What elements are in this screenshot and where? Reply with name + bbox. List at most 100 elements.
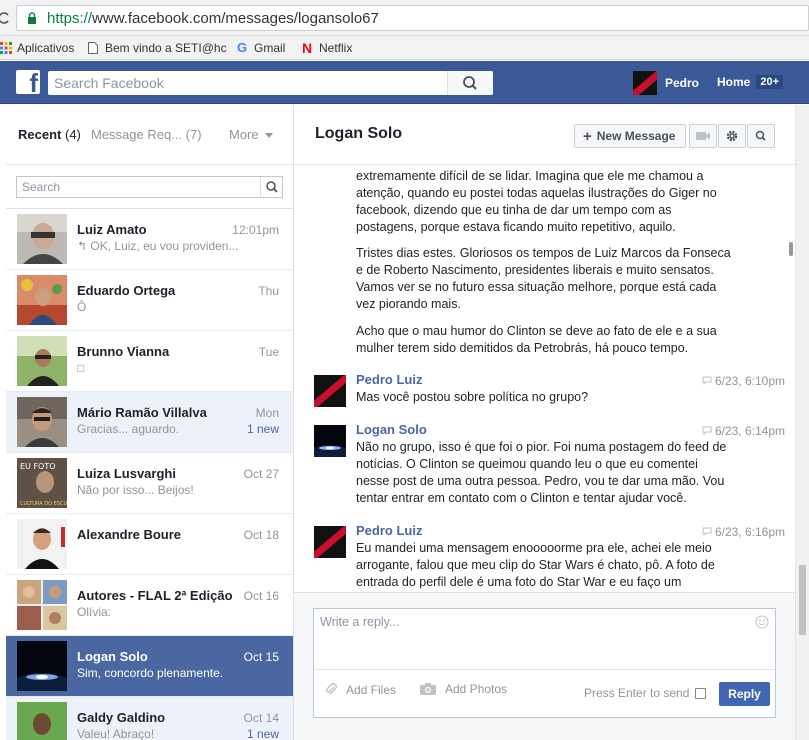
url-text: https://www.facebook.com/messages/logans… [47, 10, 379, 27]
tab-label: Message Req... [91, 127, 183, 142]
thread-name: Luiza Lusvarghi [77, 466, 176, 481]
avatar [314, 526, 346, 558]
facebook-logo-icon[interactable]: f [16, 70, 40, 94]
thread-search-input[interactable] [17, 177, 257, 197]
thread-item[interactable]: Mário Ramão Villalva Gracias... aguardo.… [6, 392, 293, 453]
thread-time: Oct 14 [243, 711, 279, 725]
emoji-icon[interactable] [755, 615, 769, 632]
thread-item[interactable]: Luiz Amato ↰ OK, Luiz, eu vou providen..… [6, 209, 293, 270]
bookmark-label: Aplicativos [17, 41, 75, 55]
avatar [17, 336, 67, 386]
video-call-button[interactable] [689, 124, 717, 148]
svg-text:CULTURA DO ESCURO: CULTURA DO ESCURO [20, 501, 67, 507]
thread-snippet: Gracias... aguardo. [77, 422, 180, 436]
bookmark-apps[interactable]: Aplicativos [0, 40, 74, 56]
thread-time: Oct 16 [243, 589, 279, 603]
thread-item[interactable]: EU FOTO CULTURA DO ESCURO Luiza Lusvarghi… [6, 453, 293, 514]
bookmarks-bar: Aplicativos Bem vindo a SETI@hc G Gmail … [0, 36, 809, 60]
thread-item[interactable]: Alexandre Boure Oct 18 [6, 514, 293, 575]
avatar [17, 519, 67, 569]
google-g-icon: G [237, 40, 248, 55]
thread-time: Oct 18 [243, 528, 279, 542]
thread-name: Mário Ramão Villalva [77, 405, 207, 420]
thread-snippet: Sim, concordo plenamente. [77, 666, 224, 680]
camera-icon [420, 683, 436, 695]
message-author[interactable]: Logan Solo [356, 422, 427, 437]
new-message-button[interactable]: + New Message [574, 124, 686, 148]
home-link[interactable]: Home 20+ [717, 75, 784, 89]
thread-item[interactable]: Eduardo Ortega Ô Thu [6, 270, 293, 331]
tab-message-requests[interactable]: Message Req... (7) [91, 127, 202, 142]
thread-snippet: Olívia: [77, 605, 112, 619]
svg-text:EU FOTO: EU FOTO [20, 462, 56, 471]
thread-snippet: Ô [77, 300, 87, 314]
avatar [314, 425, 346, 457]
message-author[interactable]: Pedro Luiz [356, 523, 422, 538]
bookmark-label: Gmail [254, 41, 286, 55]
settings-button[interactable] [718, 124, 746, 148]
reply-button[interactable]: Reply [719, 682, 770, 706]
message-time: 6/23, 6:10pm [702, 374, 785, 388]
scrollbar-thumb[interactable] [789, 242, 793, 256]
search-icon[interactable] [260, 177, 282, 197]
thread-time: Tue [258, 345, 279, 359]
reply-composer: Add Files Add Photos Press Enter to send… [294, 592, 795, 740]
tab-recent[interactable]: Recent (4) [18, 127, 81, 142]
netflix-n-icon: N [302, 40, 313, 56]
tab-label: More [229, 127, 259, 142]
tab-more[interactable]: More [229, 127, 274, 142]
thread-item[interactable]: Autores - FLAL 2ª Edição Olívia: Oct 16 [6, 575, 293, 636]
thread-time: Thu [258, 284, 279, 298]
avatar [17, 580, 67, 630]
press-enter-label: Press Enter to send [584, 686, 690, 700]
press-enter-toggle[interactable]: Press Enter to send [584, 686, 707, 700]
search-conversation-button[interactable] [747, 124, 775, 148]
message-text: Acho que o mau humor do Clinton se deve … [356, 324, 717, 355]
message-list: extremamente difícil de se lidar. Imagin… [294, 165, 795, 592]
press-enter-checkbox[interactable] [695, 687, 707, 699]
scrollbar-thumb[interactable] [799, 565, 806, 635]
thread-name: Eduardo Ortega [77, 283, 176, 298]
reply-input[interactable] [314, 609, 754, 665]
add-files-button[interactable]: Add Files [324, 682, 396, 698]
thread-time: Oct 27 [243, 467, 279, 481]
avatar [314, 375, 346, 407]
plus-icon: + [583, 127, 592, 145]
add-photos-button[interactable]: Add Photos [419, 682, 507, 696]
profile-link[interactable]: Pedro [633, 71, 699, 95]
message-author[interactable]: Pedro Luiz [356, 372, 422, 387]
address-field[interactable]: https://www.facebook.com/messages/logans… [16, 5, 809, 31]
home-label: Home [717, 75, 751, 89]
bookmark-gmail[interactable]: G Gmail [237, 40, 285, 56]
home-count-badge: 20+ [756, 75, 784, 89]
avatar [17, 702, 67, 740]
thread-search [6, 165, 293, 209]
tab-label: Recent [18, 127, 62, 142]
thread-name: Galdy Galdino [77, 710, 166, 725]
thread-search-box [16, 176, 283, 198]
reload-icon[interactable] [0, 10, 10, 26]
message-text: Tristes dias estes. Gloriosos os tempos … [356, 246, 731, 311]
reply-toolbar: Add Files Add Photos Press Enter to send… [314, 669, 775, 717]
thread-name: Alexandre Boure [77, 527, 182, 542]
paperclip-icon [325, 683, 337, 695]
bookmark-netflix[interactable]: N Netflix [302, 40, 352, 56]
thread-item[interactable]: Galdy Galdino Valeu! Abraço! Oct 14 1 ne… [6, 697, 293, 740]
message-text: extremamente difícil de se lidar. Imagin… [356, 169, 717, 234]
page-scrollbar[interactable] [795, 105, 809, 740]
gear-icon [726, 130, 738, 142]
avatar [633, 71, 657, 95]
facebook-search-input[interactable] [48, 71, 448, 95]
bookmark-seti[interactable]: Bem vindo a SETI@hc [88, 40, 227, 56]
thread-time: 12:01pm [232, 223, 279, 237]
avatar [17, 641, 67, 691]
thread-snippet: ↰ OK, Luiz, eu vou providen... [77, 239, 239, 253]
thread-list-panel: Recent (4) Message Req... (7) More Luiz … [6, 105, 294, 740]
thread-list-header: Recent (4) Message Req... (7) More [6, 105, 293, 165]
thread-item-selected[interactable]: Logan Solo Sim, concordo plenamente. Oct… [6, 636, 293, 697]
chat-bubble-icon [702, 376, 712, 386]
message-scrollbar[interactable] [788, 166, 795, 586]
message-time: 6/23, 6:14pm [702, 424, 785, 438]
thread-item[interactable]: Brunno Vianna □ Tue [6, 331, 293, 392]
facebook-search-button[interactable] [447, 71, 493, 95]
